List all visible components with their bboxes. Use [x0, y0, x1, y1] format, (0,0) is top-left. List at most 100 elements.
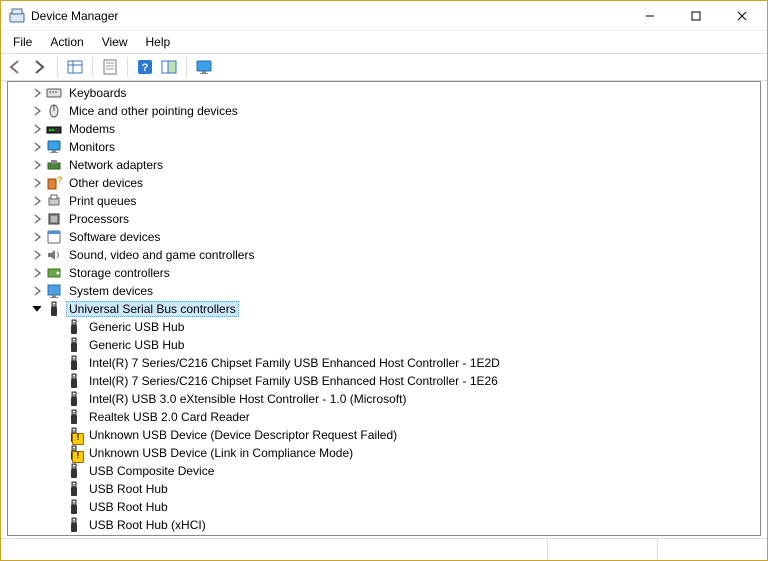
tree-item-usb-device[interactable]: Realtek USB 2.0 Card Reader	[8, 408, 760, 426]
other-icon	[46, 175, 62, 191]
tree-item-system[interactable]: System devices	[8, 282, 760, 300]
tree-item-network[interactable]: Network adapters	[8, 156, 760, 174]
usb-icon	[66, 463, 82, 479]
tree-item-usb-device[interactable]: USB Root Hub (xHCI)	[8, 516, 760, 534]
tree-item-label: System devices	[66, 283, 156, 299]
view-display-button[interactable]	[193, 56, 215, 78]
usb-icon	[66, 337, 82, 353]
tree-item-label: Intel(R) USB 3.0 eXtensible Host Control…	[86, 391, 409, 407]
tree-item-software[interactable]: Software devices	[8, 228, 760, 246]
status-cell	[657, 539, 767, 560]
menu-view[interactable]: View	[94, 33, 136, 51]
collapse-icon[interactable]	[30, 302, 44, 316]
tree-item-keyboard[interactable]: Keyboards	[8, 84, 760, 102]
usb-warn-icon	[66, 427, 82, 443]
show-hide-tree-button[interactable]	[64, 56, 86, 78]
properties-button[interactable]	[99, 56, 121, 78]
app-icon	[9, 8, 25, 24]
action-pane-button[interactable]	[158, 56, 180, 78]
expand-icon[interactable]	[30, 230, 44, 244]
expand-icon[interactable]	[30, 122, 44, 136]
system-icon	[46, 283, 62, 299]
tree-item-label: Modems	[66, 121, 118, 137]
tree-item-usb-device[interactable]: Intel(R) 7 Series/C216 Chipset Family US…	[8, 354, 760, 372]
forward-button[interactable]	[29, 56, 51, 78]
tree-item-label: Processors	[66, 211, 132, 227]
tree-item-label: Realtek USB 2.0 Card Reader	[86, 409, 253, 425]
tree-item-monitor[interactable]: Monitors	[8, 138, 760, 156]
expand-icon[interactable]	[30, 86, 44, 100]
sound-icon	[46, 247, 62, 263]
tree-item-label: Generic USB Hub	[86, 319, 187, 335]
toolbar	[1, 53, 767, 81]
menu-action[interactable]: Action	[42, 33, 91, 51]
usb-icon	[66, 409, 82, 425]
tree-item-usb-controllers[interactable]: Universal Serial Bus controllers	[8, 300, 760, 318]
tree-item-label: USB Root Hub (xHCI)	[86, 517, 209, 533]
software-icon	[46, 229, 62, 245]
tree-item-modem[interactable]: Modems	[8, 120, 760, 138]
menubar: File Action View Help	[1, 31, 767, 53]
titlebar: Device Manager	[1, 1, 767, 31]
storage-icon	[46, 265, 62, 281]
expand-icon[interactable]	[30, 158, 44, 172]
mouse-icon	[46, 103, 62, 119]
expand-icon[interactable]	[30, 140, 44, 154]
back-button[interactable]	[5, 56, 27, 78]
tree-item-usb-device[interactable]: Unknown USB Device (Device Descriptor Re…	[8, 426, 760, 444]
expand-icon[interactable]	[30, 104, 44, 118]
close-button[interactable]	[719, 1, 765, 31]
usb-warn-icon	[66, 445, 82, 461]
tree-item-label: Unknown USB Device (Device Descriptor Re…	[86, 427, 400, 443]
tree-item-usb-device[interactable]: Intel(R) 7 Series/C216 Chipset Family US…	[8, 372, 760, 390]
tree-item-label: USB Root Hub	[86, 481, 171, 497]
tree-item-mouse[interactable]: Mice and other pointing devices	[8, 102, 760, 120]
expand-icon[interactable]	[30, 212, 44, 226]
tree-item-usb-device[interactable]: USB Root Hub	[8, 480, 760, 498]
tree-item-usb-device[interactable]: USB Root Hub	[8, 498, 760, 516]
tree-item-label: Keyboards	[66, 85, 129, 101]
window-title: Device Manager	[31, 9, 627, 23]
tree-item-usb-device[interactable]: Unknown USB Device (Link in Compliance M…	[8, 444, 760, 462]
tree-item-label: Network adapters	[66, 157, 166, 173]
menu-file[interactable]: File	[5, 33, 40, 51]
tree-item-label: Storage controllers	[66, 265, 173, 281]
tree-item-label: Generic USB Hub	[86, 337, 187, 353]
tree-item-storage[interactable]: Storage controllers	[8, 264, 760, 282]
expand-icon[interactable]	[30, 248, 44, 262]
menu-help[interactable]: Help	[138, 33, 179, 51]
usb-icon	[66, 481, 82, 497]
toolbar-separator	[127, 57, 128, 77]
expand-icon[interactable]	[30, 176, 44, 190]
tree-item-label: Other devices	[66, 175, 146, 191]
keyboard-icon	[46, 85, 62, 101]
processor-icon	[46, 211, 62, 227]
tree-item-sound[interactable]: Sound, video and game controllers	[8, 246, 760, 264]
expand-icon[interactable]	[30, 284, 44, 298]
usb-icon	[66, 319, 82, 335]
status-cell	[547, 539, 657, 560]
tree-item-usb-device[interactable]: Intel(R) USB 3.0 eXtensible Host Control…	[8, 390, 760, 408]
tree-item-other[interactable]: Other devices	[8, 174, 760, 192]
network-icon	[46, 157, 62, 173]
toolbar-separator	[92, 57, 93, 77]
tree-item-printer[interactable]: Print queues	[8, 192, 760, 210]
minimize-button[interactable]	[627, 1, 673, 31]
expand-icon[interactable]	[30, 266, 44, 280]
maximize-button[interactable]	[673, 1, 719, 31]
device-tree[interactable]: Keyboards Mice and other pointing device…	[7, 81, 761, 536]
usb-icon	[66, 355, 82, 371]
tree-item-label: Unknown USB Device (Link in Compliance M…	[86, 445, 356, 461]
tree-item-usb-device[interactable]: Generic USB Hub	[8, 318, 760, 336]
tree-item-processor[interactable]: Processors	[8, 210, 760, 228]
tree-item-usb-device[interactable]: USB Composite Device	[8, 462, 760, 480]
statusbar	[1, 538, 767, 560]
tree-item-usb-device[interactable]: Generic USB Hub	[8, 336, 760, 354]
tree-item-label: USB Composite Device	[86, 463, 217, 479]
expand-icon[interactable]	[30, 194, 44, 208]
tree-item-label: USB Root Hub	[86, 499, 171, 515]
printer-icon	[46, 193, 62, 209]
help-button[interactable]	[134, 56, 156, 78]
toolbar-separator	[57, 57, 58, 77]
tree-item-label: Software devices	[66, 229, 163, 245]
